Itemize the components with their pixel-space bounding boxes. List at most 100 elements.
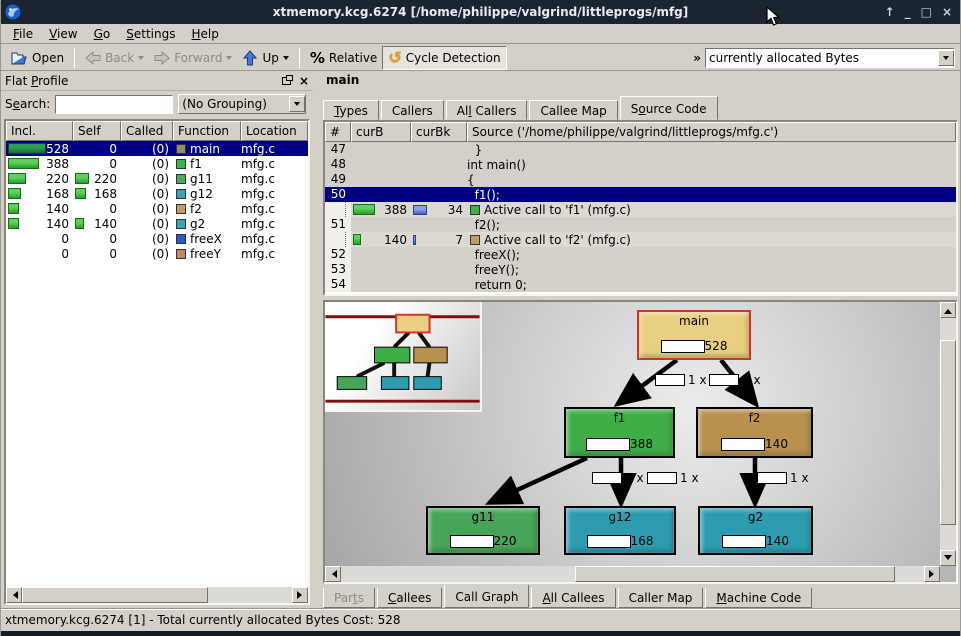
graph-node-g12[interactable]: g12168 [564, 506, 676, 555]
close-button[interactable]: × [942, 5, 952, 19]
search-input[interactable] [55, 95, 173, 114]
graph-overview-map[interactable] [325, 302, 482, 412]
function-cell: g11 [173, 172, 241, 186]
source-line-row[interactable]: 52 freeX(); [325, 247, 956, 262]
line-number: 49 [325, 172, 351, 187]
relative-button[interactable]: % Relative [305, 46, 382, 70]
scroll-down-button[interactable] [940, 550, 956, 566]
menu-view[interactable]: View [41, 25, 85, 43]
scroll-thumb[interactable] [22, 587, 208, 603]
open-button[interactable]: Open [5, 46, 69, 70]
scroll-up-button[interactable] [940, 302, 956, 318]
tab-call-graph[interactable]: Call Graph [444, 585, 529, 608]
label-rest: ettings [134, 27, 176, 41]
table-row[interactable]: 5280(0)mainmfg.c [6, 141, 308, 156]
forward-button[interactable]: Forward [149, 46, 237, 70]
table-row[interactable]: 3880(0)f1mfg.c [6, 156, 308, 171]
self-cell: 0 [73, 141, 121, 156]
scroll-right-button[interactable] [924, 566, 940, 582]
graph-hscrollbar[interactable] [325, 566, 940, 582]
menu-help[interactable]: Help [183, 25, 226, 43]
scroll-right-button[interactable] [292, 587, 308, 603]
up-dropdown-icon[interactable] [283, 56, 289, 63]
dock-close-icon[interactable]: × [299, 74, 309, 88]
tab-all-callers[interactable]: All Callers [446, 100, 528, 120]
source-call-row[interactable]: 38834Active call to 'f1' (mfg.c) [325, 202, 956, 217]
column-header-self[interactable]: Self [73, 121, 121, 141]
menu-file[interactable]: File [5, 25, 41, 43]
tab-machine-code[interactable]: Machine Code [705, 588, 812, 608]
table-row[interactable]: 168168(0)g12mfg.c [6, 186, 308, 201]
graph-node-main[interactable]: main528 [637, 310, 751, 360]
scroll-thumb[interactable] [575, 566, 895, 582]
graph-vscrollbar[interactable] [940, 302, 956, 566]
column-header-called[interactable]: Called [121, 121, 173, 141]
event-type-combo-arrow[interactable] [938, 50, 954, 66]
shade-button[interactable]: ↑ [885, 5, 895, 19]
source-column-header[interactable]: curB [351, 122, 411, 142]
forward-dropdown-icon[interactable] [226, 56, 232, 63]
title-bar: xtmemory.kcg.6274 [/home/philippe/valgri… [1, 0, 960, 24]
source-column-header[interactable]: Source ('/home/philippe/valgrind/littlep… [467, 122, 956, 142]
source-line-row[interactable]: 49{ [325, 172, 956, 187]
source-line-row[interactable]: 48int main() [325, 157, 956, 172]
node-cost-bar [586, 438, 630, 451]
splitter[interactable] [313, 71, 321, 608]
scroll-thumb[interactable] [940, 340, 956, 525]
column-header-function[interactable]: Function [173, 121, 241, 141]
source-line-row[interactable]: 54 return 0; [325, 277, 956, 292]
label-rest: urce Code [646, 102, 707, 116]
up-button[interactable]: Up [237, 46, 293, 70]
table-row[interactable]: 1400(0)f2mfg.c [6, 201, 308, 216]
tab-source-code[interactable]: Source Code [620, 96, 718, 120]
menu-go[interactable]: Go [86, 25, 119, 43]
column-header-incl[interactable]: Incl. [6, 121, 73, 141]
tab-types[interactable]: Types [323, 100, 379, 120]
flat-profile-hscrollbar[interactable] [6, 587, 308, 603]
grouping-combo[interactable]: (No Grouping) [178, 94, 306, 114]
table-row[interactable]: 00(0)freeYmfg.c [6, 246, 308, 261]
column-header-location[interactable]: Location [241, 121, 308, 141]
called-cell: (0) [121, 157, 173, 171]
tab-callee-map[interactable]: Callee Map [529, 100, 617, 120]
curb-value: 140 [361, 233, 411, 247]
tab-caller-map[interactable]: Caller Map [618, 588, 704, 608]
dock-title-bar[interactable]: Flat Profile × [1, 71, 313, 91]
call-graph-area[interactable]: main528f1388f2140g11220g12168g21401 x1 x… [325, 302, 956, 582]
table-row[interactable]: 140140(0)g2mfg.c [6, 216, 308, 231]
graph-node-g11[interactable]: g11220 [426, 506, 540, 555]
scroll-left-button[interactable] [325, 566, 341, 582]
tab-all-callees[interactable]: All Callees [531, 588, 615, 608]
label-rest: Call Graph [455, 590, 518, 604]
self-value: 140 [84, 217, 121, 231]
table-row[interactable]: 00(0)freeXmfg.c [6, 231, 308, 246]
source-line-row[interactable]: 51 f2(); [325, 217, 956, 232]
back-dropdown-icon[interactable] [138, 56, 144, 63]
incl-cell: 0 [6, 246, 73, 261]
source-column-header[interactable]: # [325, 122, 351, 142]
call-graph-panel: main528f1388f2140g11220g12168g21401 x1 x… [323, 300, 958, 584]
grouping-combo-arrow[interactable] [289, 96, 305, 112]
tab-callees[interactable]: Callees [377, 588, 442, 608]
graph-node-f1[interactable]: f1388 [564, 407, 675, 458]
source-column-header[interactable]: curBk [411, 122, 467, 142]
tab-callers[interactable]: Callers [381, 100, 444, 120]
incl-value: 140 [19, 202, 73, 216]
table-row[interactable]: 220220(0)g11mfg.c [6, 171, 308, 186]
minimize-button[interactable]: _ [905, 5, 911, 19]
graph-node-g2[interactable]: g2140 [698, 506, 813, 555]
cycle-detection-button[interactable]: ↺ Cycle Detection [382, 46, 506, 70]
source-call-row[interactable]: 1407Active call to 'f2' (mfg.c) [325, 232, 956, 247]
source-line-row[interactable]: 50 f1(); [325, 187, 956, 202]
menu-settings[interactable]: Settings [118, 25, 183, 43]
dock-float-icon[interactable] [282, 77, 291, 85]
source-line-row[interactable]: 53 freeY(); [325, 262, 956, 277]
source-line-row[interactable]: 47 } [325, 142, 956, 157]
back-icon [85, 51, 101, 65]
maximize-button[interactable]: □ [921, 5, 932, 19]
event-type-combo[interactable]: currently allocated Bytes [705, 48, 955, 68]
scroll-left-button[interactable] [6, 587, 22, 603]
back-button[interactable]: Back [80, 46, 149, 70]
graph-node-f2[interactable]: f2140 [696, 407, 813, 458]
toolbar-overflow-chevron[interactable]: » [689, 51, 705, 65]
